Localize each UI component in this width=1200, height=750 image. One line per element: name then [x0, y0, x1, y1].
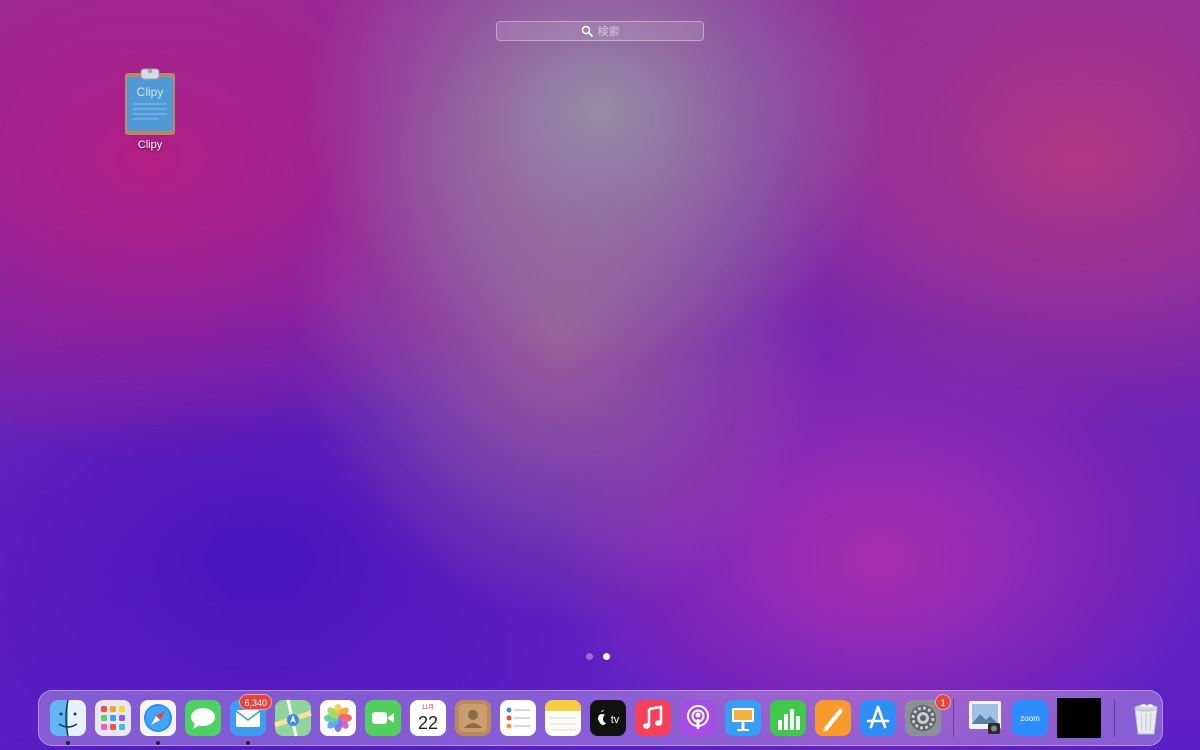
dock-divider: [1114, 699, 1115, 737]
keynote-icon: [724, 700, 761, 736]
app-clipy[interactable]: Clipy Clipy: [116, 66, 184, 151]
search-placeholder: 検索: [597, 26, 620, 38]
numbers-icon: [769, 700, 806, 736]
dock-item-numbers[interactable]: [765, 690, 810, 746]
dock-item-launchpad[interactable]: [90, 690, 135, 746]
preview-icon: [968, 701, 1001, 734]
svg-text:Clipy: Clipy: [137, 85, 164, 99]
dock-item-facetime[interactable]: [360, 690, 405, 746]
dock-item-trash[interactable]: [1123, 690, 1168, 746]
dock-item-photos[interactable]: [315, 690, 360, 746]
dock-item-reminders[interactable]: [495, 690, 540, 746]
running-indicator: [155, 741, 160, 745]
dock-item-music[interactable]: [630, 690, 675, 746]
dock-item-system-preferences[interactable]: 1: [900, 690, 951, 746]
facetime-icon: [364, 700, 401, 736]
dock-item-finder[interactable]: [45, 690, 90, 746]
dock-item-zoom[interactable]: zoom: [1007, 690, 1052, 746]
search-field[interactable]: 検索: [496, 21, 704, 41]
app-store-icon: [859, 700, 896, 736]
dock-item-messages[interactable]: [180, 690, 225, 746]
dock-item-safari[interactable]: [135, 690, 180, 746]
black-thumbnail-icon: [1057, 698, 1101, 738]
dock-divider: [953, 699, 954, 737]
page-indicator: [586, 653, 610, 660]
dock-item-maps[interactable]: [270, 690, 315, 746]
contacts-icon: [454, 700, 491, 736]
reminders-icon: [499, 700, 536, 736]
running-indicator: [65, 741, 70, 745]
dock-item-podcasts[interactable]: [675, 690, 720, 746]
dock: 6,340 11月 22 tv 1 zoom: [38, 690, 1163, 746]
messages-icon: [184, 700, 221, 736]
zoom-label: zoom: [1020, 714, 1040, 723]
running-indicator: [245, 741, 250, 745]
mail-badge: 6,340: [239, 694, 272, 710]
dock-item-pages[interactable]: [810, 690, 855, 746]
app-label: Clipy: [137, 139, 163, 151]
trash-icon: [1133, 703, 1158, 735]
dock-item-mail[interactable]: 6,340: [225, 690, 272, 746]
dock-item-app-store[interactable]: [855, 690, 900, 746]
dock-item-black-window[interactable]: [1052, 690, 1106, 746]
maps-icon: [273, 699, 312, 737]
clipboard-icon: Clipy: [125, 68, 175, 135]
dock-item-keynote[interactable]: [720, 690, 765, 746]
tv-icon: tv: [589, 700, 626, 736]
podcasts-icon: [679, 700, 716, 736]
photos-icon: [319, 700, 356, 736]
calendar-month: 11月: [421, 704, 433, 711]
tv-label: tv: [610, 714, 619, 726]
finder-icon: [49, 699, 86, 737]
settings-badge: 1: [935, 694, 951, 710]
page-dot-2[interactable]: [603, 653, 610, 660]
dock-item-calendar[interactable]: 11月 22: [405, 690, 450, 746]
launchpad-icon: [94, 700, 131, 736]
music-icon: [634, 700, 671, 736]
pages-icon: [814, 700, 851, 736]
calendar-icon: 11月 22: [409, 700, 446, 736]
dock-item-preview[interactable]: [962, 690, 1007, 746]
dock-item-notes[interactable]: [540, 690, 585, 746]
dock-item-tv[interactable]: tv: [585, 690, 630, 746]
search-icon: [581, 25, 593, 37]
notes-icon: [544, 700, 581, 736]
zoom-icon: zoom: [1011, 700, 1048, 736]
page-dot-1[interactable]: [586, 653, 593, 660]
safari-icon: [139, 700, 176, 736]
dock-item-contacts[interactable]: [450, 690, 495, 746]
calendar-day: 22: [417, 713, 437, 733]
